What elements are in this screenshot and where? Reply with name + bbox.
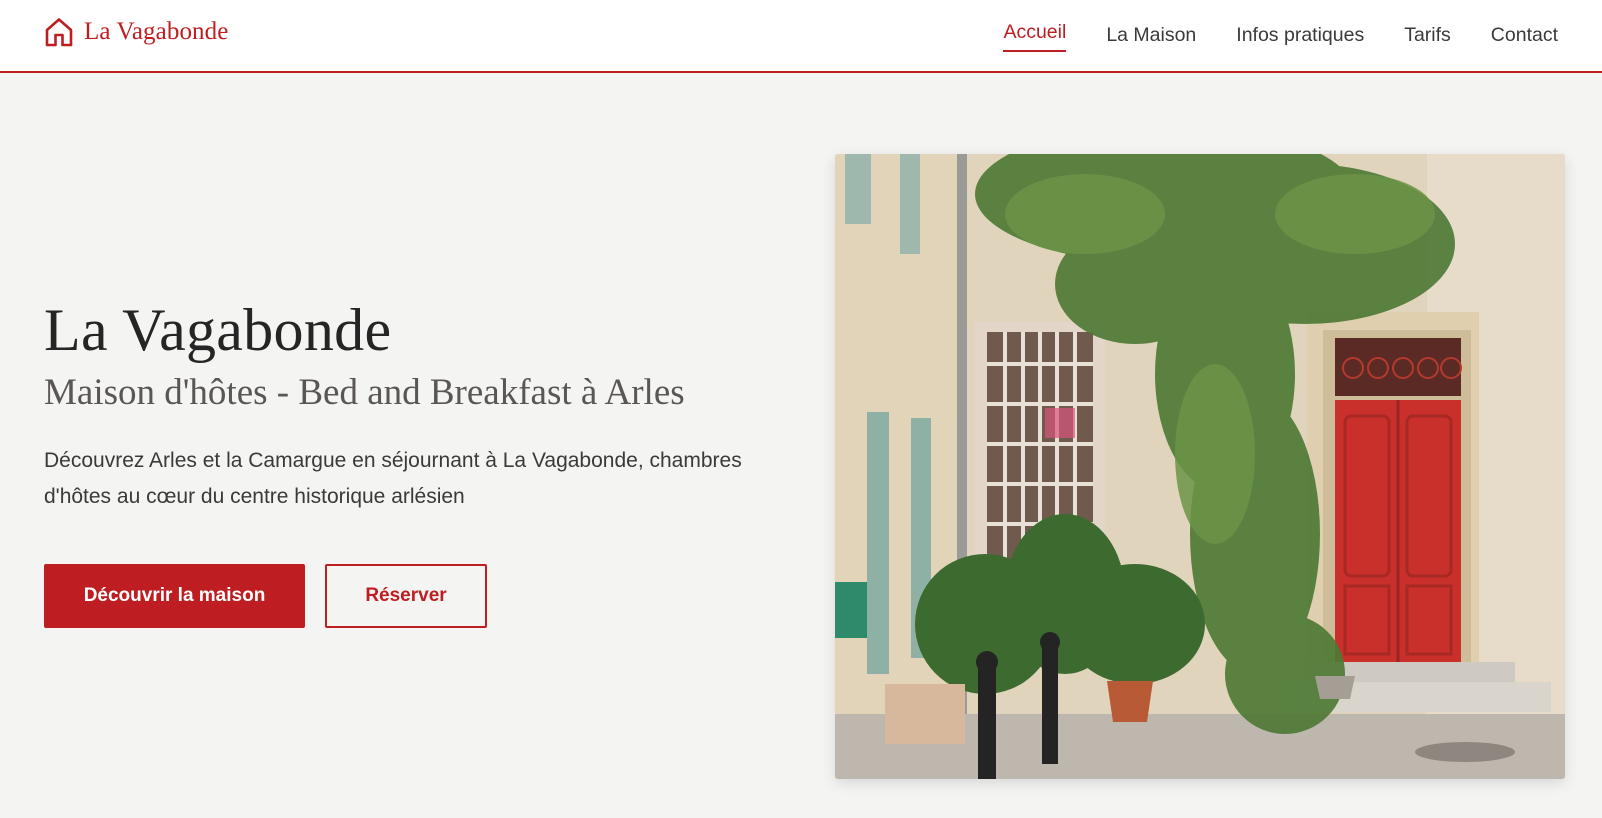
home-icon bbox=[45, 18, 73, 47]
nav-item-infos-pratiques[interactable]: Infos pratiques bbox=[1236, 24, 1364, 47]
nav-item-la-maison[interactable]: La Maison bbox=[1106, 24, 1196, 47]
house-facade-photo bbox=[835, 154, 1565, 779]
hero-description: Découvrez Arles et la Camargue en séjour… bbox=[44, 449, 742, 508]
brand-name: La Vagabonde bbox=[84, 18, 229, 45]
hero-image bbox=[835, 154, 1565, 779]
discover-house-button[interactable]: Découvrir la maison bbox=[44, 564, 305, 628]
nav-item-accueil[interactable]: Accueil bbox=[1003, 21, 1066, 52]
site-header: La Vagabonde Accueil La Maison Infos pra… bbox=[0, 0, 1602, 73]
hero-subtitle: Maison d'hôtes - Bed and Breakfast à Arl… bbox=[44, 372, 685, 413]
nav-item-tarifs[interactable]: Tarifs bbox=[1404, 24, 1451, 47]
hero-title: La Vagabonde bbox=[44, 297, 392, 363]
brand-logo-link[interactable]: La Vagabonde bbox=[44, 15, 228, 49]
nav-item-contact[interactable]: Contact bbox=[1491, 24, 1558, 47]
book-button[interactable]: Réserver bbox=[325, 564, 487, 628]
main-nav: Accueil La Maison Infos pratiques Tarifs… bbox=[1003, 0, 1558, 71]
